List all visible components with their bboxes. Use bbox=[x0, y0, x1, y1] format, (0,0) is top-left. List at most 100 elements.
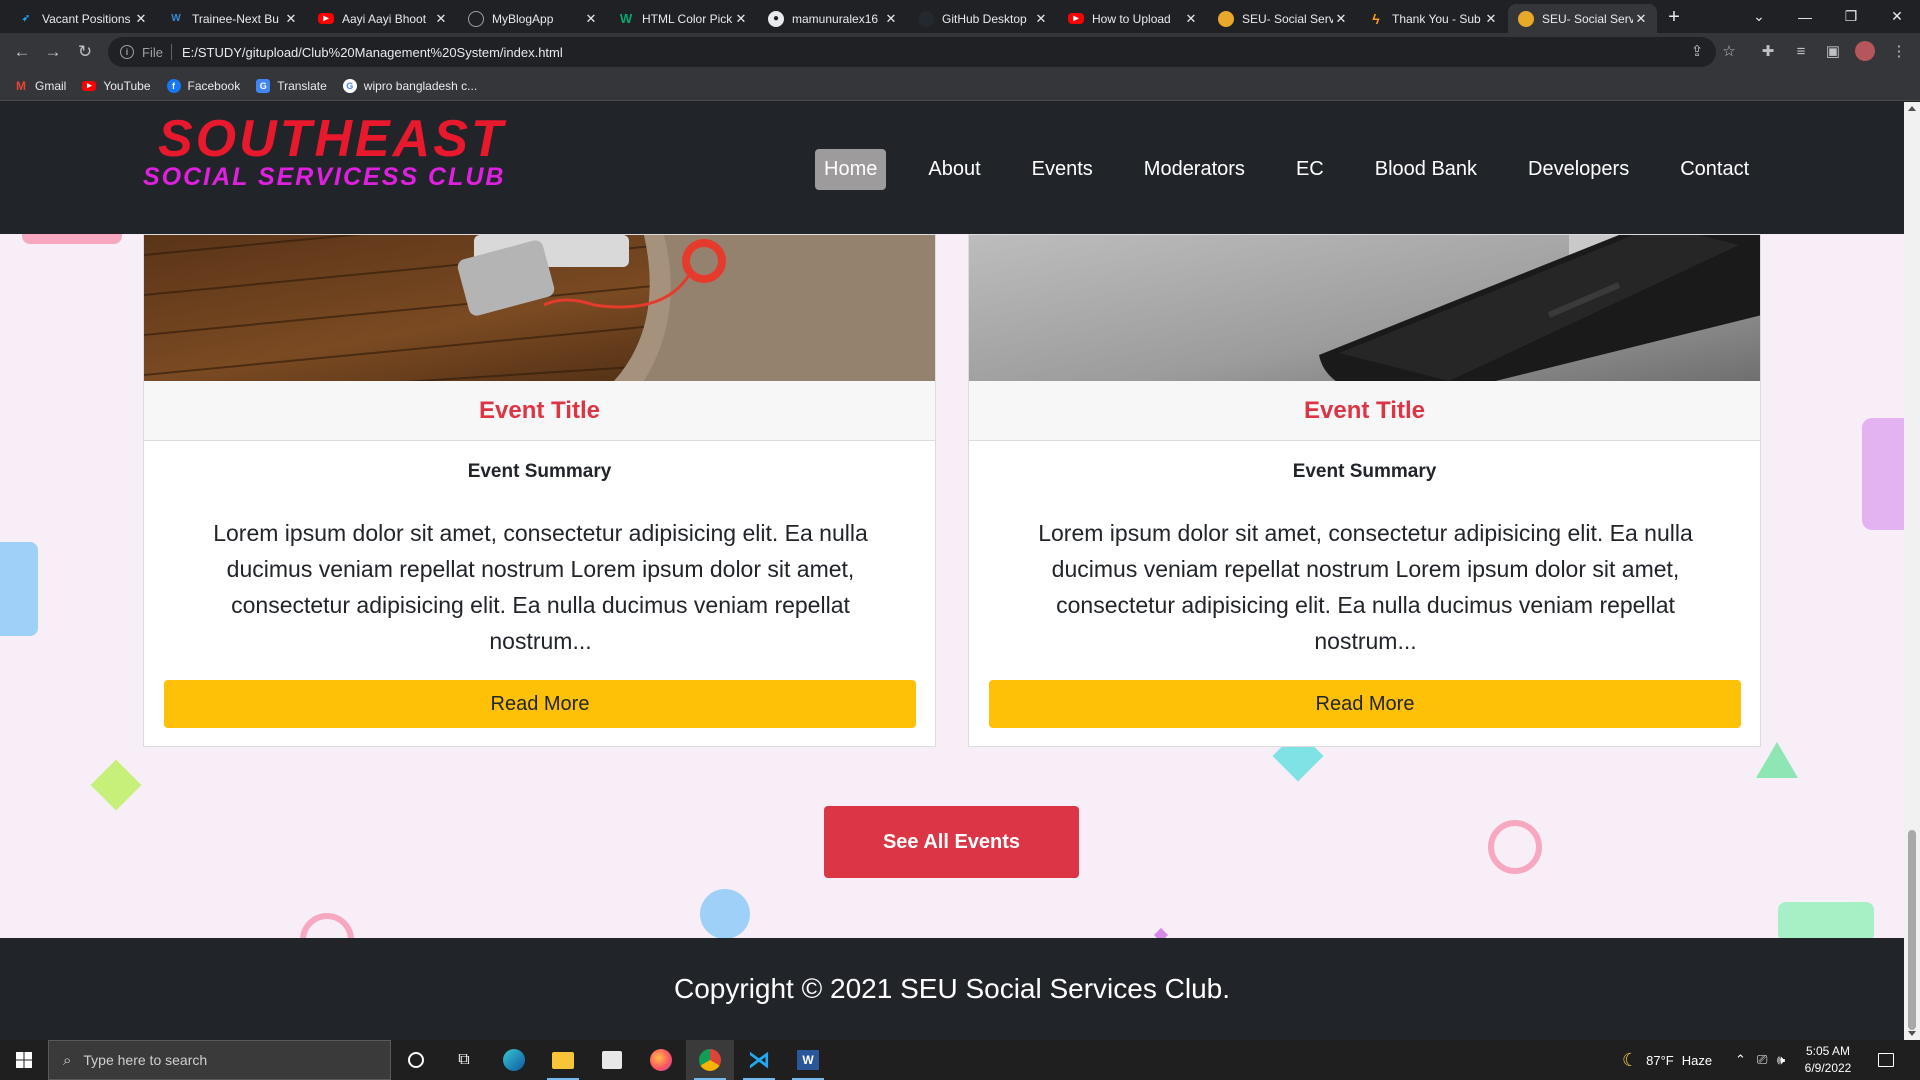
reading-list-icon[interactable]: ≡ bbox=[1790, 40, 1812, 62]
nav-events[interactable]: Events bbox=[1023, 149, 1102, 190]
club-icon bbox=[1518, 10, 1534, 27]
close-tab-icon[interactable]: ✕ bbox=[1483, 11, 1499, 27]
bookmark-youtube[interactable]: ▸ YouTube bbox=[82, 79, 151, 93]
event-card: Event Title Event Summary Lorem ipsum do… bbox=[968, 234, 1761, 747]
browser-tab[interactable]: ▸ How to Upload ✕ bbox=[1058, 4, 1207, 33]
taskbar-search-box[interactable]: ⌕ Type here to search bbox=[48, 1040, 391, 1080]
tab-title: mamunuralex16 bbox=[792, 11, 879, 26]
cortana-icon[interactable] bbox=[392, 1040, 440, 1080]
browser-tab[interactable]: W HTML Color Pick ✕ bbox=[608, 4, 757, 33]
store-icon[interactable] bbox=[588, 1040, 636, 1080]
nav-about[interactable]: About bbox=[919, 149, 989, 190]
bookmarks-bar: M Gmail ▸ YouTube f Facebook G Translate… bbox=[0, 71, 1920, 101]
new-tab-button[interactable]: + bbox=[1662, 6, 1686, 29]
bookmark-label: Translate bbox=[277, 78, 327, 93]
close-tab-icon[interactable]: ✕ bbox=[1183, 11, 1199, 27]
close-tab-icon[interactable]: ✕ bbox=[883, 11, 899, 27]
site-logo-sub[interactable]: SOCIAL SERVICESS CLUB bbox=[143, 163, 505, 192]
notifications-icon[interactable] bbox=[1878, 1040, 1894, 1080]
browser-tab[interactable]: ϟ Thank You - Sub ✕ bbox=[1358, 4, 1507, 33]
url-text[interactable]: E:/STUDY/gitupload/Club%20Management%20S… bbox=[182, 45, 563, 60]
read-more-button[interactable]: Read More bbox=[164, 680, 916, 728]
scroll-down-arrow-icon[interactable] bbox=[1908, 1031, 1916, 1036]
share-icon[interactable]: ⇪ bbox=[1686, 40, 1708, 62]
youtube-icon: ▸ bbox=[1068, 13, 1084, 24]
tab-title: How to Upload bbox=[1092, 11, 1171, 26]
weather-temp: 87°F bbox=[1646, 1052, 1674, 1068]
nav-contact[interactable]: Contact bbox=[1671, 149, 1758, 190]
firefox-icon[interactable] bbox=[637, 1040, 685, 1080]
scrollbar-thumb[interactable] bbox=[1908, 830, 1916, 1030]
windows-taskbar: ⌕ Type here to search ⧉ ⋊ W ☾ 87°F Haze … bbox=[0, 1040, 1920, 1080]
bookmark-translate[interactable]: G Translate bbox=[256, 78, 327, 93]
event-title: Event Title bbox=[1304, 396, 1425, 424]
close-tab-icon[interactable]: ✕ bbox=[583, 11, 599, 27]
close-tab-icon[interactable]: ✕ bbox=[733, 11, 749, 27]
site-info-icon[interactable]: i bbox=[120, 45, 134, 59]
tab-search-icon[interactable]: ⌄ bbox=[1736, 0, 1782, 33]
close-tab-icon[interactable]: ✕ bbox=[1033, 11, 1049, 27]
github-icon: ● bbox=[768, 10, 784, 27]
forward-arrow-icon[interactable]: → bbox=[41, 40, 65, 64]
page-viewport[interactable]: SOUTHEAST SOCIAL SERVICESS CLUB Home Abo… bbox=[0, 102, 1904, 1040]
vscode-icon[interactable]: ⋊ bbox=[735, 1040, 783, 1080]
read-more-button[interactable]: Read More bbox=[989, 680, 1741, 728]
moon-haze-icon: ☾ bbox=[1622, 1049, 1639, 1070]
minimize-icon[interactable]: — bbox=[1782, 0, 1828, 33]
volume-icon[interactable]: 🕪 bbox=[1777, 1040, 1785, 1080]
tab-title: Thank You - Sub bbox=[1392, 11, 1481, 26]
close-tab-icon[interactable]: ✕ bbox=[433, 11, 449, 27]
reload-icon[interactable]: ↻ bbox=[73, 40, 97, 64]
close-tab-icon[interactable]: ✕ bbox=[1333, 11, 1349, 27]
file-explorer-icon[interactable] bbox=[539, 1040, 587, 1080]
profile-avatar[interactable] bbox=[1854, 40, 1876, 62]
side-panel-icon[interactable]: ▣ bbox=[1822, 40, 1844, 62]
close-tab-icon[interactable]: ✕ bbox=[1633, 11, 1649, 27]
address-bar[interactable]: i File E:/STUDY/gitupload/Club%20Managem… bbox=[108, 37, 1716, 67]
wordpress-icon: W bbox=[171, 13, 181, 24]
browser-tab[interactable]: W Trainee-Next Bu ✕ bbox=[158, 4, 307, 33]
scroll-up-arrow-icon[interactable] bbox=[1908, 106, 1916, 111]
nav-ec[interactable]: EC bbox=[1287, 149, 1333, 190]
search-icon: ⌕ bbox=[63, 1051, 72, 1069]
browser-tab[interactable]: MyBlogApp ✕ bbox=[458, 4, 607, 33]
system-clock[interactable]: 5:05 AM 6/9/2022 bbox=[1796, 1043, 1860, 1077]
browser-tab-active[interactable]: SEU- Social Serv ✕ bbox=[1508, 4, 1657, 33]
nav-moderators[interactable]: Moderators bbox=[1135, 149, 1254, 190]
word-icon[interactable]: W bbox=[784, 1040, 832, 1080]
bookmark-facebook[interactable]: f Facebook bbox=[166, 78, 240, 93]
close-tab-icon[interactable]: ✕ bbox=[283, 11, 299, 27]
browser-tab[interactable]: GitHub Desktop ✕ bbox=[908, 4, 1057, 33]
bookmark-wipro[interactable]: G wipro bangladesh c... bbox=[342, 78, 477, 93]
network-icon[interactable]: ⎚ bbox=[1757, 1040, 1767, 1080]
nav-developers[interactable]: Developers bbox=[1519, 149, 1638, 190]
bookmark-star-icon[interactable]: ☆ bbox=[1718, 40, 1740, 62]
task-view-icon[interactable]: ⧉ bbox=[440, 1040, 488, 1080]
nav-home[interactable]: Home bbox=[815, 149, 887, 190]
close-window-icon[interactable]: ✕ bbox=[1874, 0, 1920, 33]
event-title-bar: Event Title bbox=[144, 381, 935, 441]
tab-title: GitHub Desktop bbox=[942, 11, 1027, 26]
clock-date: 6/9/2022 bbox=[1804, 1061, 1852, 1075]
browser-tab[interactable]: ➶ Vacant Positions ✕ bbox=[8, 4, 157, 33]
edge-icon[interactable] bbox=[490, 1040, 538, 1080]
chrome-icon[interactable] bbox=[686, 1040, 734, 1080]
menu-kebab-icon[interactable]: ⋮ bbox=[1888, 40, 1910, 62]
decor-mint-rect bbox=[1778, 902, 1874, 942]
browser-tab[interactable]: SEU- Social Serv ✕ bbox=[1208, 4, 1357, 33]
close-tab-icon[interactable]: ✕ bbox=[133, 11, 149, 27]
browser-tab[interactable]: ● mamunuralex16 ✕ bbox=[758, 4, 907, 33]
bookmark-gmail[interactable]: M Gmail bbox=[14, 79, 66, 93]
back-arrow-icon[interactable]: ← bbox=[10, 40, 34, 64]
extensions-icon[interactable]: ✚ bbox=[1757, 40, 1779, 62]
restore-icon[interactable]: ❐ bbox=[1828, 0, 1874, 33]
see-all-events-button[interactable]: See All Events bbox=[824, 806, 1079, 878]
tray-chevron-icon[interactable]: ⌃ bbox=[1735, 1040, 1746, 1080]
page-scrollbar[interactable] bbox=[1904, 102, 1920, 1040]
windows-start-icon[interactable] bbox=[0, 1040, 48, 1080]
nav-blood-bank[interactable]: Blood Bank bbox=[1366, 149, 1486, 190]
browser-tab[interactable]: ▸ Aayi Aayi Bhoot ✕ bbox=[308, 4, 457, 33]
weather-widget[interactable]: ☾ 87°F Haze bbox=[1622, 1040, 1712, 1080]
site-logo-main[interactable]: SOUTHEAST bbox=[158, 109, 506, 169]
tab-title: MyBlogApp bbox=[492, 11, 554, 26]
